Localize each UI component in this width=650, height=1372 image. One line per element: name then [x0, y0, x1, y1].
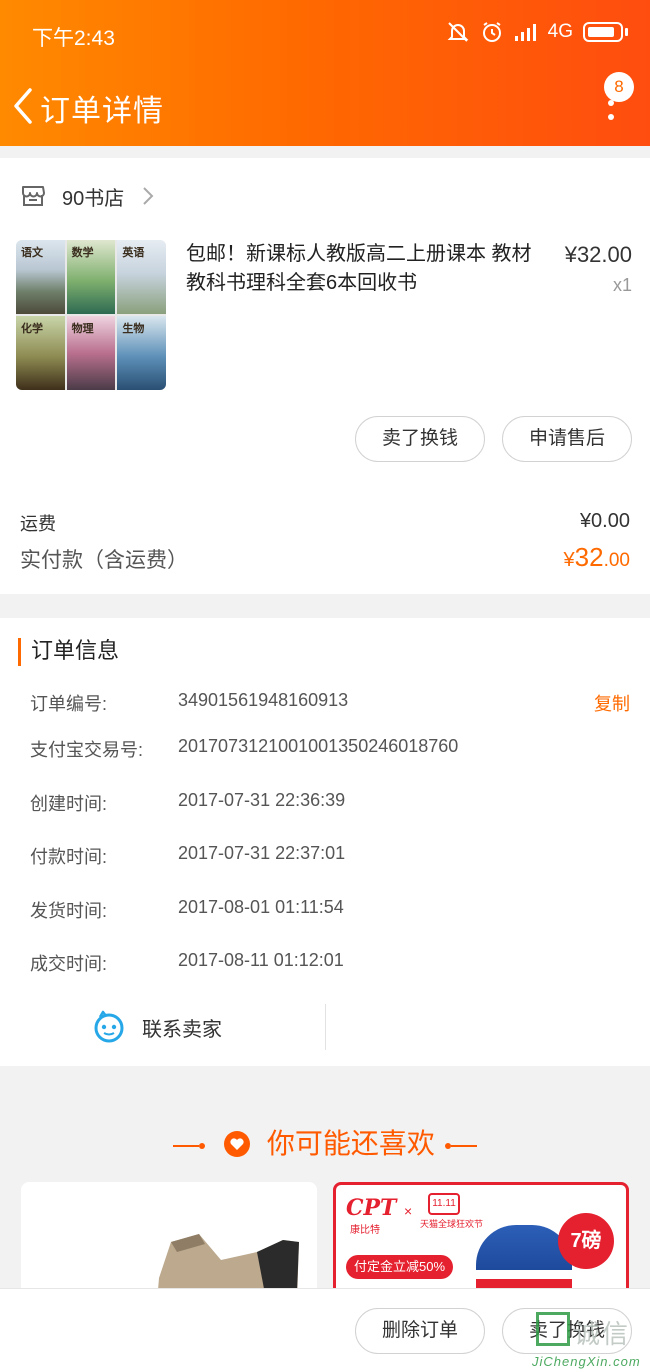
- paid-amount-label: 实付款（含运费）: [20, 549, 188, 572]
- back-arrow-icon[interactable]: [8, 84, 42, 128]
- recommend-item-ad[interactable]: CPT 康比特 × 11.11 天猫全球狂欢节 付定金立减50% 7磅: [333, 1182, 629, 1302]
- order-info-card: 订单信息 订单编号: 34901561948160913 复制 支付宝交易号: …: [0, 618, 650, 1066]
- book-cover: 生物: [117, 316, 166, 390]
- alipay-trade-row: 支付宝交易号: 2017073121001001350246018760: [30, 736, 630, 766]
- info-label: 支付宝交易号:: [30, 740, 144, 760]
- page-title: 订单详情: [40, 95, 164, 128]
- paid-currency: ¥: [563, 549, 575, 571]
- status-icons: 4G: [446, 20, 628, 44]
- left-deco-icon: [173, 1142, 206, 1149]
- chevron-right-icon: [143, 187, 154, 205]
- delete-order-button[interactable]: 删除订单: [355, 1308, 485, 1354]
- battery-icon: [583, 22, 623, 42]
- contact-seller-label: 联系卖家: [142, 1018, 222, 1041]
- contact-seller-button[interactable]: 联系卖家: [92, 1010, 222, 1044]
- watermark-url: JiChengXin.com: [532, 1354, 641, 1369]
- paid-time-row: 付款时间: 2017-07-31 22:37:01: [30, 843, 630, 873]
- completed-time-row: 成交时间: 2017-08-11 01:12:01: [30, 950, 630, 980]
- alarm-clock-icon: [482, 22, 501, 42]
- info-label: 发货时间:: [30, 901, 108, 921]
- right-deco-icon: [444, 1142, 477, 1149]
- info-label: 创建时间:: [30, 794, 108, 814]
- request-aftersale-button[interactable]: 申请售后: [502, 416, 632, 462]
- recommend-heading: 你可能还喜欢: [0, 1122, 650, 1162]
- info-label: 付款时间:: [30, 847, 108, 867]
- copy-order-number-button[interactable]: 复制: [594, 690, 630, 716]
- book-cover: 英语: [117, 240, 166, 314]
- info-value: 2017-08-01 01:11:54: [178, 897, 344, 917]
- shipping-value: ¥0.00: [579, 510, 630, 532]
- order-number-row: 订单编号: 34901561948160913 复制: [30, 690, 630, 720]
- paid-amount-value: ¥32.00: [564, 542, 630, 573]
- battery-tip: [625, 28, 628, 36]
- shipping-label: 运费: [20, 514, 56, 534]
- recommend-title: 你可能还喜欢: [266, 1128, 435, 1159]
- shop-icon: [22, 186, 45, 206]
- watermark-logo: [536, 1312, 570, 1346]
- message-count-badge[interactable]: 8: [604, 72, 634, 102]
- header: 下午2:43 4G 订单详情 8: [0, 0, 650, 146]
- recommend-item[interactable]: [21, 1182, 317, 1302]
- info-label: 成交时间:: [30, 954, 108, 974]
- info-value: 2017-07-31 22:37:01: [178, 843, 346, 863]
- divider: [325, 1004, 326, 1050]
- heart-icon: [224, 1130, 251, 1157]
- watermark: 诚信 JiChengXin.com: [532, 1310, 650, 1372]
- paid-integer: 32: [574, 542, 604, 572]
- product-price: ¥32.00: [564, 242, 632, 267]
- ad-promo: 付定金立减50%: [346, 1255, 454, 1279]
- chat-face-icon: [94, 1010, 124, 1043]
- order-info-title: 订单信息: [18, 638, 119, 666]
- product-quantity: x1: [612, 275, 632, 295]
- product-title[interactable]: 包邮！新课标人教版高二上册课本 教材教科书理科全套6本回收书: [186, 240, 548, 298]
- status-bar: 下午2:43 4G: [0, 0, 650, 70]
- boot-product-image: [157, 1234, 299, 1302]
- ad-weight-badge: 7磅: [558, 1213, 614, 1269]
- created-time-row: 创建时间: 2017-07-31 22:36:39: [30, 790, 630, 820]
- book-cover: 物理: [66, 316, 116, 390]
- status-time: 下午2:43: [32, 27, 115, 50]
- watermark-text: 诚信: [574, 1319, 631, 1349]
- info-value: 2017-08-11 01:12:01: [178, 950, 344, 970]
- mute-bell-icon: [447, 22, 469, 42]
- info-value: 2017073121001001350246018760: [178, 736, 459, 756]
- signal-icon: [514, 24, 536, 41]
- info-value: 34901561948160913: [178, 690, 349, 710]
- more-dot-icon: [608, 114, 614, 120]
- book-cover: 语文: [16, 240, 65, 314]
- ad-times: ×: [404, 1203, 413, 1219]
- book-cover: 化学: [16, 316, 65, 390]
- product-card: 90书店 语文 数学 英语 化学 物理 生物 包邮！新课标人教版高二上册课本 教…: [0, 158, 650, 594]
- book-cover: 数学: [66, 240, 116, 314]
- network-type: 4G: [547, 21, 573, 42]
- sell-for-cash-button[interactable]: 卖了换钱: [355, 416, 485, 462]
- ad-event-logo: 11.11: [428, 1193, 460, 1215]
- ad-event-sub: 天猫全球狂欢节: [420, 1219, 484, 1229]
- ad-brand: CPT: [346, 1195, 397, 1221]
- shop-row[interactable]: 90书店: [20, 180, 154, 212]
- paid-decimal: .00: [603, 550, 630, 571]
- shop-name: 90书店: [62, 187, 125, 210]
- info-label: 订单编号:: [30, 694, 108, 714]
- product-thumbnail[interactable]: 语文 数学 英语 化学 物理 生物: [16, 240, 166, 390]
- info-value: 2017-07-31 22:36:39: [178, 790, 346, 810]
- ad-brand-sub: 康比特: [350, 1225, 380, 1236]
- shipped-time-row: 发货时间: 2017-08-01 01:11:54: [30, 897, 630, 927]
